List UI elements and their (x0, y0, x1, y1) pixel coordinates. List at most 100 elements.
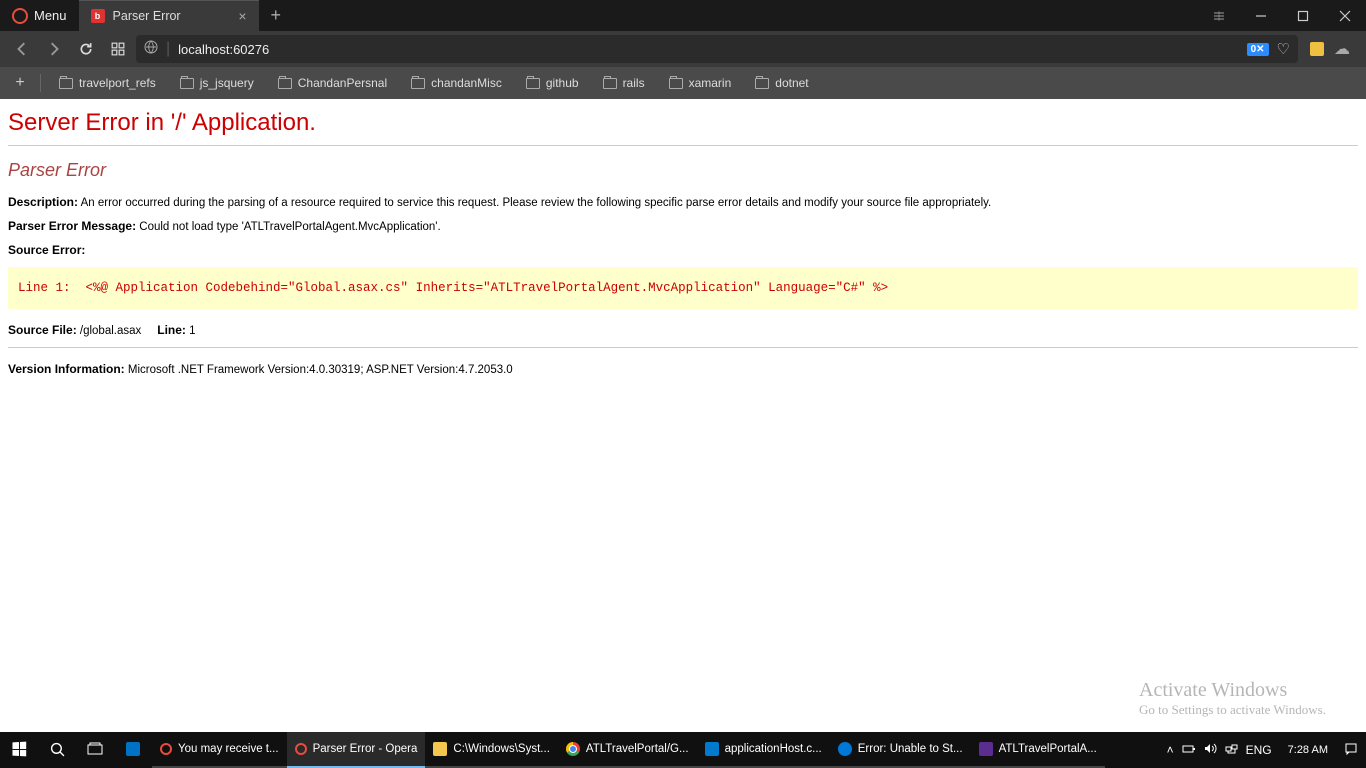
start-button[interactable] (0, 732, 38, 768)
watermark-title: Activate Windows (1139, 679, 1326, 702)
taskbar-app[interactable]: Error: Unable to St... (830, 732, 971, 768)
bookmark-folder[interactable]: rails (593, 72, 655, 94)
bookmark-heart-icon[interactable]: ♡ (1277, 40, 1290, 58)
source-file-text: /global.asax (80, 325, 141, 337)
taskbar-tray: ˄ ENG 7:28 AM (1159, 732, 1366, 768)
folder-icon (526, 78, 540, 89)
tab-title: Parser Error (113, 9, 181, 23)
reload-button[interactable] (72, 35, 100, 63)
tab-active[interactable]: b Parser Error × (79, 0, 259, 31)
tray-notifications-icon[interactable] (1344, 742, 1358, 759)
site-info-icon[interactable] (144, 40, 158, 59)
version-label: Version Information: (8, 362, 125, 376)
taskbar-app[interactable]: ATLTravelPortal/G... (558, 732, 697, 768)
opera-icon (295, 743, 307, 755)
divider (8, 347, 1358, 348)
toolbar-right-icons: ☁ (1302, 39, 1358, 59)
bookmark-folder[interactable]: dotnet (745, 72, 818, 94)
line-label: Line: (157, 323, 186, 337)
tray-network-icon[interactable] (1225, 742, 1238, 758)
extension-icon[interactable] (1310, 42, 1324, 56)
back-button[interactable] (8, 35, 36, 63)
visual-studio-icon (979, 742, 993, 756)
bookmarks-bar: + travelport_refs js_jsquery ChandanPers… (0, 67, 1366, 99)
taskbar-app[interactable]: C:\Windows\Syst... (425, 732, 558, 768)
chrome-icon (566, 742, 580, 756)
titlebar: Menu b Parser Error × + (0, 0, 1366, 31)
parser-msg-row: Parser Error Message: Could not load typ… (8, 219, 1358, 233)
forward-button[interactable] (40, 35, 68, 63)
version-row: Version Information: Microsoft .NET Fram… (8, 362, 1358, 376)
tray-power-icon[interactable] (1182, 743, 1196, 758)
taskbar-pinned-outlook[interactable] (114, 732, 152, 768)
opera-logo-icon (12, 8, 28, 24)
source-file-label: Source File: (8, 323, 77, 337)
bookmark-folder[interactable]: github (516, 72, 589, 94)
folder-icon (669, 78, 683, 89)
opera-icon (160, 743, 172, 755)
task-view-button[interactable] (76, 732, 114, 768)
maximize-icon[interactable] (1282, 0, 1324, 31)
source-error-label: Source Error: (8, 243, 85, 257)
folder-icon (180, 78, 194, 89)
folder-icon (755, 78, 769, 89)
taskbar-app[interactable]: Parser Error - Opera (287, 732, 426, 768)
taskbar: You may receive t... Parser Error - Oper… (0, 732, 1366, 768)
tray-chevron-up-icon[interactable]: ˄ (1167, 743, 1174, 757)
description-label: Description: (8, 195, 78, 209)
line-number: 1 (189, 325, 195, 337)
tray-language[interactable]: ENG (1246, 743, 1272, 757)
source-error-label-row: Source Error: (8, 243, 1358, 257)
taskbar-app[interactable]: applicationHost.c... (697, 732, 830, 768)
address-text: localhost:60276 (178, 42, 269, 57)
window-controls (1198, 0, 1366, 31)
menu-label: Menu (34, 8, 67, 23)
description-row: Description: An error occurred during th… (8, 195, 1358, 209)
version-text: Microsoft .NET Framework Version:4.0.303… (128, 364, 513, 376)
bookmark-folder[interactable]: travelport_refs (49, 72, 166, 94)
edge-icon (838, 742, 852, 756)
address-right: 0✕ ♡ (1247, 40, 1290, 58)
error-heading: Server Error in '/' Application. (8, 109, 1358, 137)
source-error-box: Line 1: <%@ Application Codebehind="Glob… (8, 267, 1358, 309)
tab-close-icon[interactable]: × (234, 8, 250, 24)
taskbar-app[interactable]: You may receive t... (152, 732, 287, 768)
menu-button[interactable]: Menu (0, 0, 79, 31)
divider (8, 145, 1358, 146)
tray-volume-icon[interactable] (1204, 742, 1217, 758)
folder-icon (603, 78, 617, 89)
description-text: An error occurred during the parsing of … (81, 197, 992, 209)
profile-icon[interactable]: ☁ (1334, 39, 1350, 59)
blocker-badge[interactable]: 0✕ (1247, 43, 1269, 56)
folder-icon (59, 78, 73, 89)
nav-toolbar: | localhost:60276 0✕ ♡ ☁ (0, 31, 1366, 67)
windows-logo-icon (12, 742, 26, 757)
search-button[interactable] (38, 732, 76, 768)
address-bar[interactable]: | localhost:60276 0✕ ♡ (136, 35, 1298, 63)
close-icon[interactable] (1324, 0, 1366, 31)
bookbar-separator (40, 74, 41, 92)
parser-msg-label: Parser Error Message: (8, 219, 136, 233)
vscode-icon (705, 742, 719, 756)
activate-windows-watermark: Activate Windows Go to Settings to activ… (1139, 679, 1326, 718)
browser-chrome: Menu b Parser Error × + | localhost:6027… (0, 0, 1366, 99)
speed-dial-button[interactable] (104, 35, 132, 63)
taskbar-app[interactable]: ATLTravelPortalA... (971, 732, 1105, 768)
bookmark-folder[interactable]: ChandanPersnal (268, 72, 397, 94)
folder-icon (433, 742, 447, 756)
bookmark-folder[interactable]: xamarin (659, 72, 742, 94)
sidebar-toggle-icon[interactable] (1198, 0, 1240, 31)
new-tab-button[interactable]: + (259, 0, 294, 31)
watermark-subtitle: Go to Settings to activate Windows. (1139, 702, 1326, 718)
addr-separator: | (166, 40, 170, 58)
source-file-row: Source File: /global.asax Line: 1 (8, 323, 1358, 337)
outlook-icon (126, 742, 140, 756)
tab-favicon-icon: b (91, 9, 105, 23)
folder-icon (278, 78, 292, 89)
bookmark-folder[interactable]: js_jsquery (170, 72, 264, 94)
page-content: Server Error in '/' Application. Parser … (0, 99, 1366, 382)
bookmark-folder[interactable]: chandanMisc (401, 72, 512, 94)
tray-clock[interactable]: 7:28 AM (1282, 744, 1334, 756)
add-bookmark-button[interactable]: + (8, 74, 32, 92)
minimize-icon[interactable] (1240, 0, 1282, 31)
